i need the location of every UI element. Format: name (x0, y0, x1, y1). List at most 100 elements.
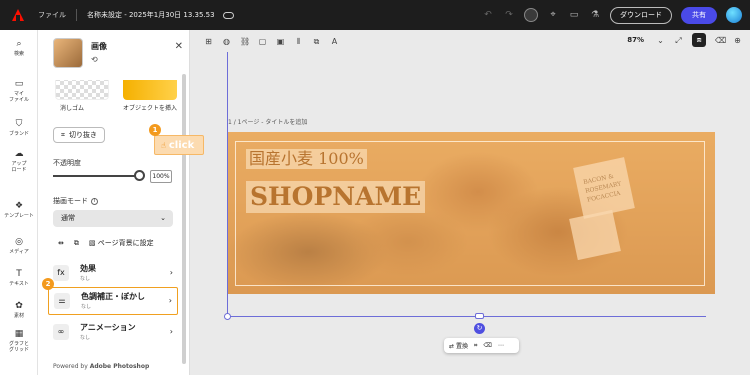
account-icon[interactable] (524, 8, 538, 22)
scrollbar-thumb[interactable] (182, 74, 186, 364)
left-rail: ⌕ 検索 ▭ マイ ファイル ⛉ ブランド ☁ アップ ロード ❖ テンプレート ◎ メディ… (0, 30, 38, 375)
adjust-icon: ⚌ (54, 293, 70, 309)
insert-object-tile[interactable] (123, 80, 177, 100)
chevron-right-icon: › (169, 268, 173, 277)
info-icon[interactable]: i (91, 197, 98, 205)
arrange-icon[interactable]: ⧉ (74, 239, 79, 248)
resize-handle-bottom-left[interactable] (224, 313, 231, 320)
blend-mode-label: 描画モード i (53, 196, 98, 206)
elements-icon: ✿ (15, 301, 23, 311)
fit-icon[interactable]: ⤢ (674, 36, 683, 45)
image-actions-row: ⇹ ⧉ ▧ ページ背景に設定 (58, 238, 154, 248)
blend-mode-select[interactable]: 通常 ⌄ (53, 210, 173, 227)
link-icon[interactable]: ⛓ (240, 37, 250, 46)
rail-item-media[interactable]: ◎ メディア (0, 237, 38, 256)
grid-icon: ▦ (14, 329, 24, 339)
canvas-toolbar: ⊞ ◍ ⛓ ▢ ▣ ⫴ ⧉ A 87% ⌄ ⤢ ⧈ ⌫ ⊕ (190, 30, 750, 52)
rail-item-elements[interactable]: ✿ 素材 (0, 301, 38, 320)
image-properties-panel: 画像 ⟲ ✕ 消しゴム オブジェクトを挿入 ⌗ 切り抜き 不透明度 100% 描… (38, 30, 190, 375)
replace-button[interactable]: ⇄ 置換 (449, 341, 468, 350)
link-icon[interactable]: ⟲ (91, 55, 98, 64)
folder-icon: ▭ (14, 79, 24, 89)
group-icon[interactable]: ⧉ (312, 37, 321, 46)
opacity-slider-track[interactable] (53, 175, 141, 177)
download-button[interactable]: ダウンロード (610, 6, 672, 24)
comment-icon[interactable]: ▭ (568, 9, 580, 21)
banner-shop-name[interactable]: SHOPNAME (246, 181, 426, 213)
cloud-sync-icon (222, 11, 234, 19)
step-badge-2: 2 (42, 278, 54, 290)
step-badge-1: 1 (149, 124, 161, 136)
color-icon[interactable]: ◍ (222, 37, 231, 46)
effects-section[interactable]: fx 効果 なし › (48, 260, 178, 288)
redo-icon[interactable]: ↷ (503, 9, 515, 21)
top-bar: ファイル 名称未設定 - 2025年1月30日 13.35.53 ↶ ↷ ⌖ ▭… (0, 0, 750, 30)
trash-icon[interactable]: ⌫ (715, 36, 726, 45)
rail-item-brand[interactable]: ⛉ ブランド (0, 120, 38, 138)
rail-item-my-files[interactable]: ▭ マイ ファイル (0, 79, 38, 104)
rail-item-templates[interactable]: ❖ テンプレート (0, 201, 38, 220)
frame-icon[interactable]: ▣ (276, 37, 285, 46)
layers-icon[interactable]: ⧈ (692, 33, 706, 47)
panel-title: 画像 (91, 42, 107, 51)
page-label[interactable]: 1 / 1ページ - タイトルを追加 (228, 117, 307, 126)
chevron-down-icon[interactable]: ⌄ (656, 36, 665, 45)
avatar[interactable] (726, 7, 742, 23)
add-page-icon[interactable]: ⊕ (733, 36, 742, 45)
tool-tiles (53, 80, 183, 102)
floating-toolbar: ⇄ 置換 ⌗ ⌫ ⋯ (444, 338, 519, 353)
text-icon: T (16, 269, 22, 279)
selection-guide-horizontal (228, 316, 706, 317)
panel-header: 画像 ⟲ ✕ (53, 38, 183, 72)
image-thumbnail (53, 38, 83, 68)
chevron-down-icon: ⌄ (160, 214, 166, 222)
rail-item-text[interactable]: T テキスト (0, 269, 38, 288)
divider (76, 9, 77, 21)
powered-by: Powered by Adobe Photoshop (53, 363, 150, 370)
adobe-express-logo-icon[interactable] (12, 9, 24, 21)
banner-tagline[interactable]: 国産小麦 100% (246, 149, 367, 169)
set-background-button[interactable]: ▧ ページ背景に設定 (89, 238, 154, 248)
opacity-input[interactable]: 100% (150, 170, 172, 183)
opacity-slider-knob[interactable] (134, 170, 145, 181)
rotate-handle-icon[interactable]: ↻ (474, 323, 485, 334)
banner-image[interactable]: BACON & ROSEMARY FOCACCIA 国産小麦 100% SHOP… (228, 132, 715, 294)
crop-icon[interactable]: ⌗ (474, 342, 477, 350)
rail-item-upload[interactable]: ☁ アップ ロード (0, 149, 38, 174)
upload-icon: ☁ (14, 149, 24, 159)
template-icon: ❖ (14, 201, 24, 211)
translate-icon[interactable]: A (330, 37, 339, 46)
flask-icon[interactable]: ⚗ (589, 9, 601, 21)
close-icon[interactable]: ✕ (175, 41, 183, 52)
flip-icon[interactable]: ⇹ (58, 239, 64, 247)
location-pin-icon[interactable]: ⌖ (547, 9, 559, 21)
eraser-tile[interactable] (55, 80, 109, 100)
crop-button[interactable]: ⌗ 切り抜き (53, 127, 105, 143)
undo-icon[interactable]: ↶ (482, 9, 494, 21)
zoom-level[interactable]: 87% (627, 36, 644, 44)
rail-item-search[interactable]: ⌕ 検索 (0, 39, 38, 58)
align-icon[interactable]: ⫴ (294, 37, 303, 46)
file-menu[interactable]: ファイル (38, 10, 66, 20)
search-icon: ⌕ (16, 39, 22, 49)
media-icon: ◎ (15, 237, 23, 247)
resize-icon[interactable]: ⊞ (204, 37, 213, 46)
chevron-right-icon: › (169, 327, 173, 336)
document-title[interactable]: 名称未設定 - 2025年1月30日 13.35.53 (87, 10, 215, 20)
eraser-label: 消しゴム (60, 105, 85, 112)
more-icon[interactable]: ⋯ (498, 342, 504, 349)
resize-handle-bottom[interactable] (475, 313, 484, 319)
adjustments-blur-section[interactable]: ⚌ 色調補正・ぼかし なし › (48, 287, 178, 315)
background-icon: ▧ (88, 239, 96, 247)
square-icon[interactable]: ▢ (258, 37, 267, 46)
click-callout: ☝ click (154, 135, 204, 155)
pointer-hand-icon: ☝ (161, 140, 166, 150)
rail-item-charts-grids[interactable]: ▦ グラフと グリッド (0, 329, 38, 354)
canvas-area[interactable]: ⊞ ◍ ⛓ ▢ ▣ ⫴ ⧉ A 87% ⌄ ⤢ ⧈ ⌫ ⊕ 1 / 1ページ -… (149, 30, 750, 375)
replace-icon: ⇄ (449, 343, 455, 350)
share-button[interactable]: 共有 (681, 6, 717, 24)
animation-section[interactable]: ∞ アニメーション なし › (48, 319, 178, 347)
trash-icon[interactable]: ⌫ (483, 342, 491, 349)
insert-object-label: オブジェクトを挿入 (123, 105, 178, 112)
crop-icon: ⌗ (61, 130, 65, 139)
